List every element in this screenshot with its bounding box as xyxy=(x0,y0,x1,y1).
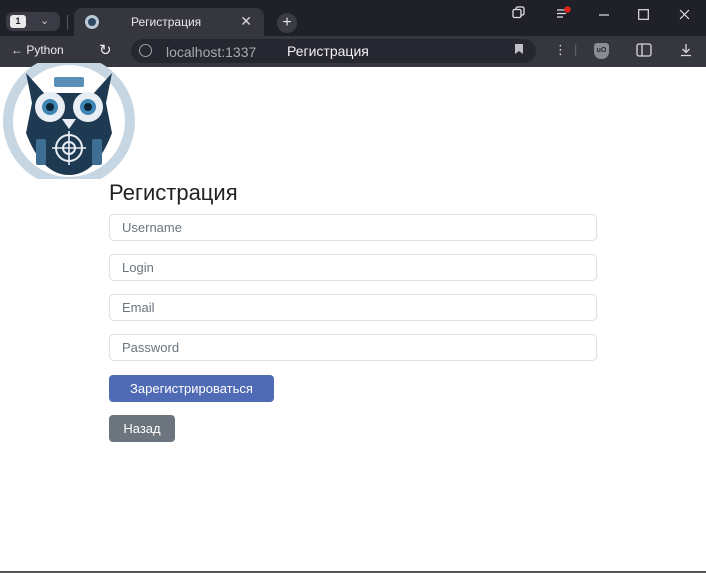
favicon-icon xyxy=(85,15,99,29)
owl-logo xyxy=(3,63,135,179)
page-title: Регистрация xyxy=(109,180,238,205)
ublock-icon[interactable]: uO xyxy=(594,43,609,59)
tab-separator xyxy=(67,15,68,30)
close-icon[interactable]: ✕ xyxy=(240,13,252,30)
window-close-icon[interactable] xyxy=(679,8,690,23)
back-arrow-icon: ← xyxy=(11,43,23,57)
globe-icon xyxy=(139,44,152,57)
email-input[interactable] xyxy=(109,294,597,321)
minimize-icon[interactable] xyxy=(598,4,610,21)
reload-icon[interactable]: ↻ xyxy=(99,41,112,59)
sidebar-icon[interactable] xyxy=(636,43,652,60)
menu-icon[interactable]: ⋮ xyxy=(554,42,567,58)
address-bar[interactable]: localhost:1337 Регистрация xyxy=(131,39,536,63)
bookmark-icon[interactable] xyxy=(514,43,524,58)
username-input[interactable] xyxy=(109,214,597,241)
address-page-title: Регистрация xyxy=(287,43,369,59)
back-label: Python xyxy=(26,43,64,57)
plus-icon[interactable]: + xyxy=(277,13,297,33)
maximize-icon[interactable] xyxy=(638,8,649,23)
toolbar-separator: | xyxy=(574,42,578,57)
browser-window: 1 ⌄ Регистрация ✕ + ← Python ↻ localhost… xyxy=(0,0,706,573)
login-input[interactable] xyxy=(109,254,597,281)
tab-count-badge: 1 xyxy=(10,15,26,28)
url-text: localhost:1337 xyxy=(166,44,257,60)
tab-strip: 1 ⌄ Регистрация ✕ + xyxy=(0,0,706,36)
back-link-button[interactable]: Назад xyxy=(109,415,175,442)
back-button[interactable]: ← Python xyxy=(11,43,64,57)
tab-title: Регистрация xyxy=(131,15,202,29)
reading-list-icon[interactable] xyxy=(556,6,572,23)
copy-icon[interactable] xyxy=(512,6,525,22)
page-content: Регистрация Зарегистрироваться Назад xyxy=(0,63,706,573)
tab-registration[interactable]: Регистрация ✕ xyxy=(74,8,264,36)
password-input[interactable] xyxy=(109,334,597,361)
chevron-down-icon: ⌄ xyxy=(40,15,50,27)
tab-search-button[interactable]: 1 ⌄ xyxy=(6,12,60,31)
register-button[interactable]: Зарегистрироваться xyxy=(109,375,274,402)
download-icon[interactable] xyxy=(680,43,692,60)
